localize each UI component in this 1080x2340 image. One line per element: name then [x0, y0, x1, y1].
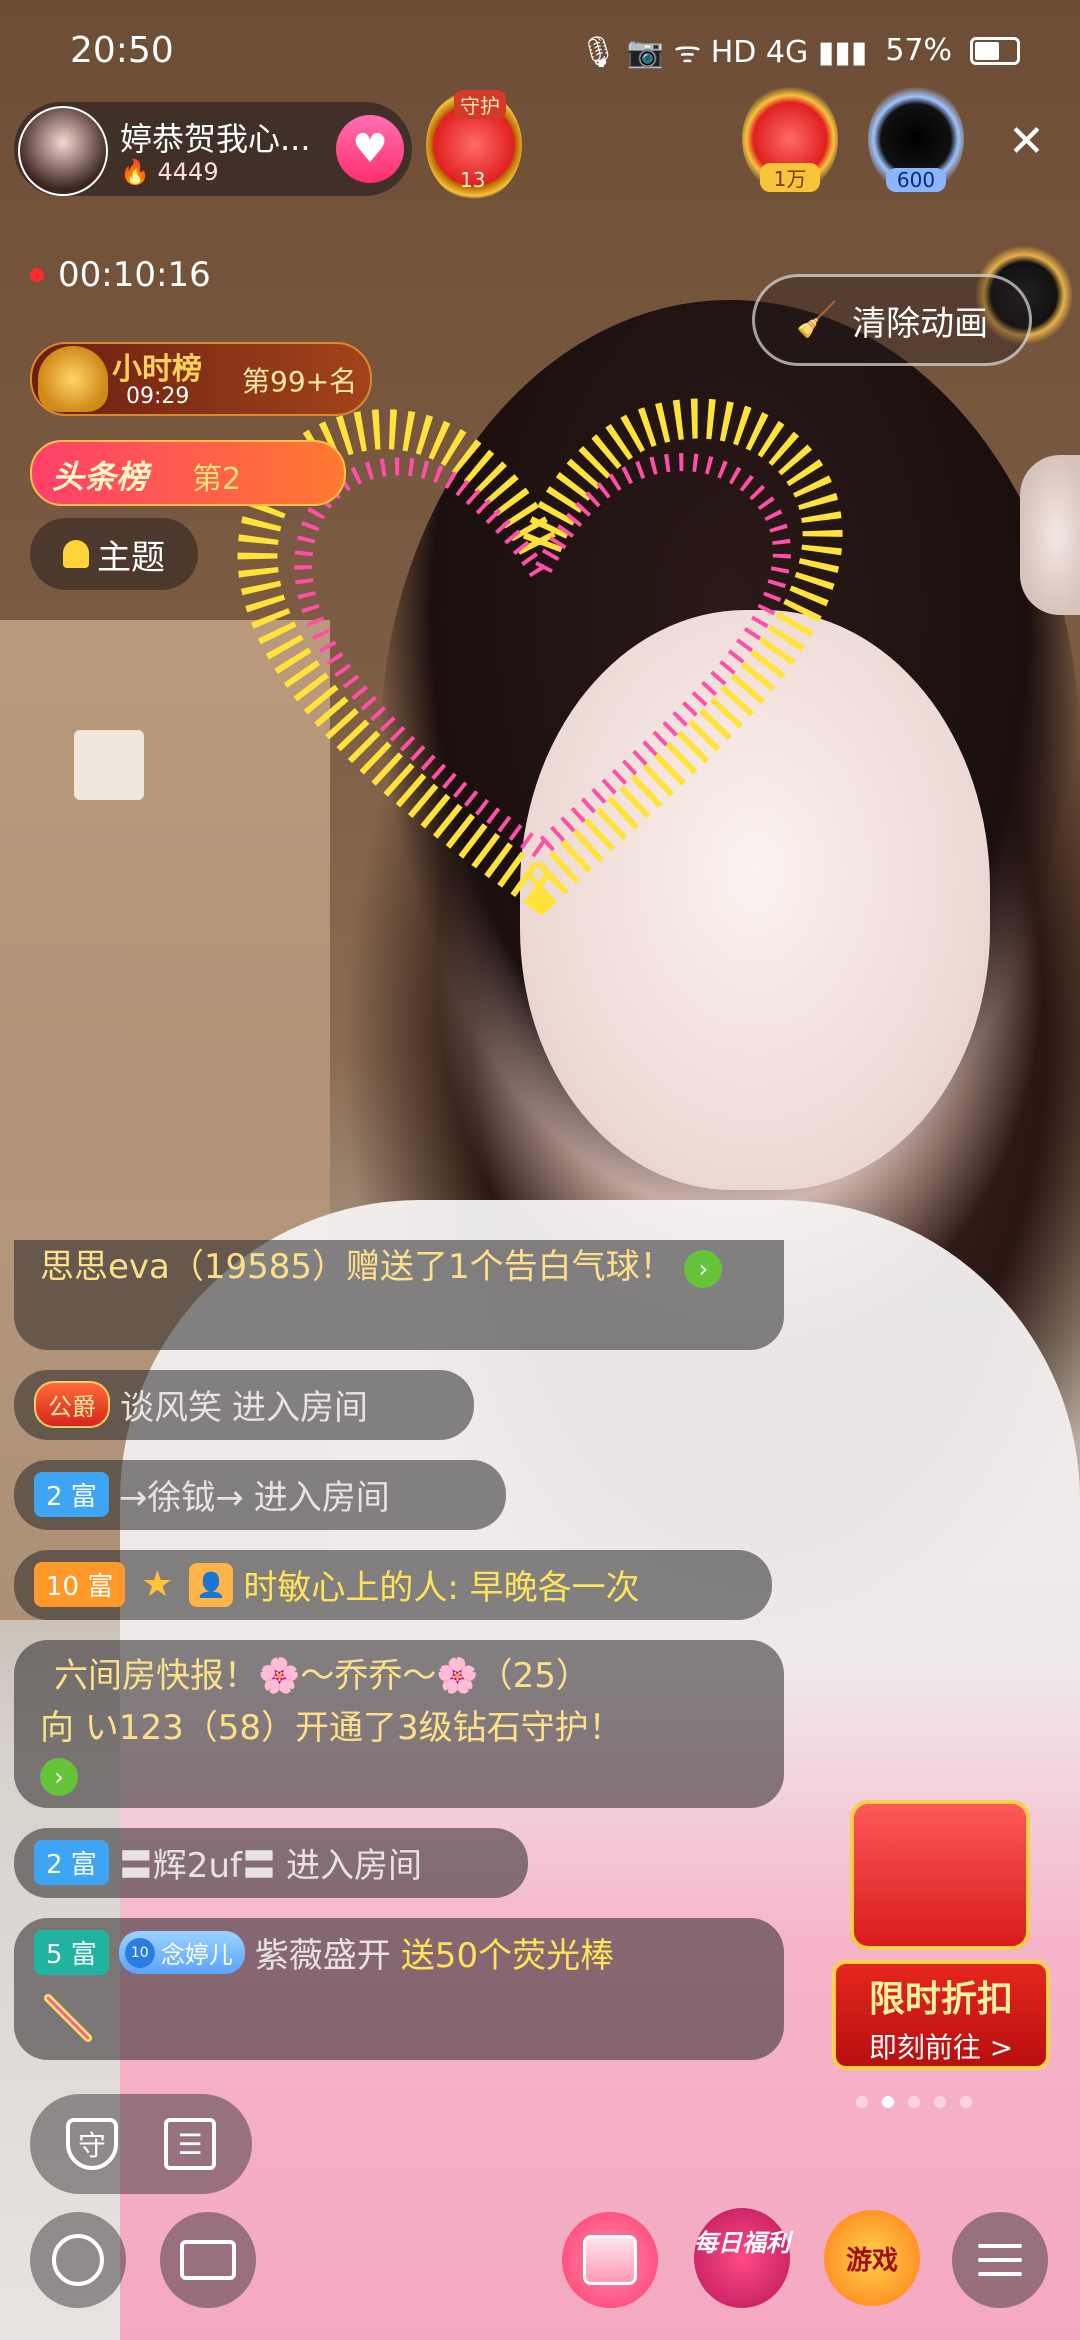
topic-button[interactable]: 主题: [30, 518, 198, 590]
shield-icon[interactable]: 守: [66, 2118, 118, 2170]
promo-label[interactable]: 限时折扣 即刻前往 >: [832, 1960, 1050, 2070]
broadcast-line-1: 六间房快报！🌸～乔乔～🌸（25）: [54, 1656, 590, 1696]
broadcast-line-2: 向 い123（58）开通了3级钻石守护！: [40, 1708, 623, 1748]
host-avatar[interactable]: [18, 106, 108, 196]
game-label: 游戏: [845, 2245, 898, 2276]
chat-icon: [52, 2234, 104, 2286]
host-info[interactable]: 婷恭贺我心... 🔥 4449 ♥: [14, 102, 412, 196]
status-icons: 🎙 📷 ᯤ HD 4G ▮▮▮: [579, 35, 868, 70]
gift-box-icon: [850, 1800, 1030, 1950]
chat-text: 思思eva（19585）赠送了1个告白气球！ ›: [40, 1240, 760, 1294]
host-name: 婷恭贺我心...: [120, 120, 311, 158]
wealth-level-badge: 2 富: [34, 1840, 109, 1885]
battery-icon: [970, 36, 1020, 65]
chat-message[interactable]: 公爵 谈风笑 进入房间: [14, 1370, 474, 1440]
clipboard-icon[interactable]: ☰: [164, 2118, 216, 2170]
wealth-level-badge: 5 富: [34, 1930, 109, 1975]
chat-action: 进入房间: [285, 1846, 422, 1886]
headline-rank-banner[interactable]: 头条榜 第2: [30, 440, 346, 506]
chat-gift-text: 思思eva（19585）赠送了1个告白气球！: [40, 1247, 674, 1287]
wealth-level-badge: 2 富: [34, 1472, 109, 1517]
clear-animation-label: 清除动画: [852, 303, 989, 344]
live-timer: 00:10:16: [30, 255, 211, 295]
live-timer-text: 00:10:16: [58, 255, 211, 295]
star-icon: ★: [141, 1564, 174, 1605]
broom-icon: 🧹: [795, 300, 839, 340]
promo-pagination: [856, 2096, 972, 2108]
chat-message[interactable]: 六间房快报！🌸～乔乔～🌸（25） 向 い123（58）开通了3级钻石守护！ ›: [14, 1640, 784, 1808]
chat-message[interactable]: 10 富 ★ 👤 时敏心上的人: 早晚各一次: [14, 1550, 772, 1620]
hour-rank-banner[interactable]: 小时榜 09:29 第99+名: [30, 342, 372, 416]
chat-username[interactable]: 谈风笑: [120, 1380, 222, 1429]
chat-username[interactable]: →徐钺→: [119, 1470, 244, 1519]
chat-message[interactable]: 2 富 〓辉2uf〓 进入房间: [14, 1828, 528, 1898]
close-icon[interactable]: ✕: [1008, 120, 1045, 164]
chat-button[interactable]: [30, 2212, 126, 2308]
status-indicators: 🎙 📷 ᯤ HD 4G ▮▮▮ 57%: [579, 30, 1020, 71]
chat-action: 送50个荧光棒: [400, 1936, 615, 1976]
top-viewer-2-value: 600: [886, 168, 946, 192]
promo-cta: 即刻前往 >: [868, 2031, 1014, 2064]
guard-badge-count: 13: [460, 168, 486, 192]
top-viewer-2[interactable]: 600: [868, 84, 964, 194]
streamer-hand: [1020, 455, 1080, 615]
headline-rank-title: 头条榜: [52, 458, 149, 496]
status-time: 20:50: [70, 30, 174, 71]
hour-rank-position: 第99+名: [242, 365, 358, 398]
play-icon[interactable]: ›: [684, 1249, 723, 1288]
noble-badge: 公爵: [34, 1381, 110, 1428]
host-heat: 🔥 4449: [120, 158, 219, 186]
glowstick-icon: [44, 1994, 92, 2042]
menu-icon[interactable]: [952, 2212, 1048, 2308]
topic-label: 主题: [97, 537, 165, 578]
chat-message[interactable]: 思思eva（19585）赠送了1个告白气球！ ›: [14, 1240, 784, 1350]
page-dot: [908, 2096, 920, 2108]
chat-action: 进入房间: [232, 1388, 368, 1428]
mail-icon: [180, 2240, 236, 2280]
heart-icon: ♥: [352, 126, 388, 172]
user-icon: 👤: [189, 1562, 234, 1607]
page-dot: [856, 2096, 868, 2108]
gift-button[interactable]: [562, 2212, 658, 2308]
game-button[interactable]: 游戏: [824, 2210, 920, 2306]
hour-rank-title: 小时榜: [112, 352, 202, 387]
battery-percent: 57%: [885, 33, 952, 68]
chat-message[interactable]: 5 富 10 念婷儿 紫薇盛开 送50个荧光棒: [14, 1918, 784, 2060]
host-heat-value: 4449: [157, 158, 219, 186]
trophy-icon: [38, 346, 108, 412]
mail-button[interactable]: [160, 2212, 256, 2308]
daily-welfare-label: 每日福利: [694, 2229, 790, 2257]
chat-username[interactable]: 〓辉2uf〓: [119, 1838, 276, 1887]
top-viewer-1-value: 1万: [760, 163, 820, 192]
wealth-level-badge: 10 富: [34, 1562, 126, 1607]
fan-level: 10: [124, 1937, 155, 1968]
fan-club-badge: 10 念婷儿: [118, 1931, 245, 1974]
follow-heart-button[interactable]: ♥: [336, 115, 404, 183]
daily-welfare-button[interactable]: 每日福利: [694, 2208, 790, 2308]
guard-badge[interactable]: 守护 13: [426, 90, 522, 200]
hour-rank-time: 09:29: [126, 384, 190, 409]
chat-username[interactable]: 紫薇盛开: [255, 1928, 391, 1977]
quick-actions: 守 ☰: [30, 2094, 252, 2194]
clear-animation-button[interactable]: 🧹 清除动画: [752, 274, 1032, 366]
page-dot: [960, 2096, 972, 2108]
bell-icon: [63, 540, 89, 568]
play-icon[interactable]: ›: [40, 1758, 78, 1796]
chat-username[interactable]: 时敏心上的人: 早晚各一次: [243, 1560, 639, 1609]
wall-outlet: [74, 730, 144, 800]
page-dot-active: [882, 2096, 894, 2108]
gift-icon: [583, 2235, 637, 2285]
chat-message[interactable]: 2 富 →徐钺→ 进入房间: [14, 1460, 506, 1530]
chat-action: 进入房间: [253, 1478, 390, 1518]
recording-dot-icon: [30, 268, 44, 282]
top-viewer-1[interactable]: 1万: [742, 84, 838, 194]
promo-title: 限时折扣: [868, 1979, 1013, 2020]
promo-banner[interactable]: 限时折扣 即刻前往 >: [832, 1790, 1050, 2080]
headline-rank-position: 第2: [192, 462, 242, 497]
fan-club-name: 念婷儿: [160, 1941, 233, 1969]
guard-badge-label: 守护: [454, 90, 506, 119]
page-dot: [934, 2096, 946, 2108]
